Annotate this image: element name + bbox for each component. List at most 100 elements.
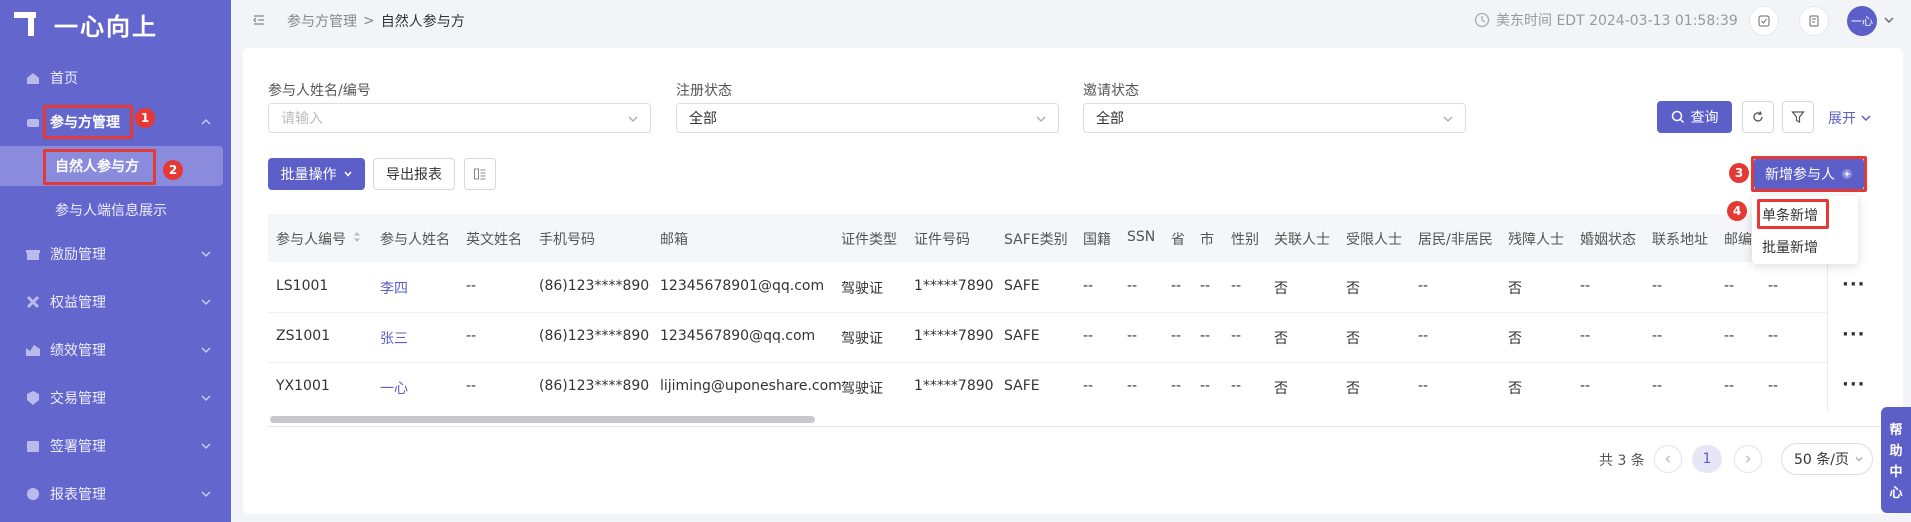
- cell: --: [1768, 278, 1779, 294]
- row-more-button[interactable]: ···: [1842, 274, 1866, 295]
- chevron-left-icon: [1665, 455, 1670, 463]
- column-header: 市: [1200, 232, 1214, 248]
- cell: --: [1652, 378, 1663, 394]
- task-check-icon: [1758, 15, 1770, 27]
- breadcrumb-item[interactable]: 参与方管理: [287, 11, 357, 31]
- annotation-badge-2: 2: [163, 160, 183, 180]
- sidebar-item-trade[interactable]: 交易管理: [0, 378, 231, 418]
- time-label: 美东时间 EDT 2024-03-13 01:58:39: [1496, 13, 1738, 29]
- filter-button[interactable]: [1782, 101, 1814, 133]
- annotation-box-2: [43, 149, 156, 185]
- menu-item-batch-add[interactable]: 批量新增: [1762, 237, 1818, 257]
- home-icon: [24, 69, 42, 87]
- cell-id: LS1001: [276, 278, 329, 294]
- chevron-down-icon: [343, 171, 352, 177]
- reset-button[interactable]: [1742, 101, 1774, 133]
- sidebar-subitem-label: 参与人端信息展示: [55, 203, 167, 219]
- cell: --: [1580, 328, 1591, 344]
- export-report-label: 导出报表: [386, 167, 442, 183]
- timezone-clock: 美东时间 EDT 2024-03-13 01:58:39: [1474, 10, 1738, 30]
- current-page[interactable]: 1: [1692, 445, 1722, 473]
- row-more-button[interactable]: ···: [1842, 374, 1866, 395]
- name-search-input[interactable]: 请输入: [268, 103, 651, 133]
- chevron-down-icon[interactable]: [1883, 14, 1895, 26]
- sidebar-item-equity[interactable]: 权益管理: [0, 282, 231, 322]
- cell: 1*****7890: [914, 278, 994, 294]
- cell: --: [466, 328, 477, 344]
- query-button[interactable]: 查询: [1657, 101, 1732, 133]
- cell-phone: (86)123****890: [539, 278, 650, 294]
- sidebar-item-label: 绩效管理: [50, 343, 106, 359]
- cell: --: [1083, 378, 1094, 394]
- cell-name-link[interactable]: 李四: [380, 278, 408, 298]
- sidebar-item-performance[interactable]: 绩效管理: [0, 330, 231, 370]
- batch-operation-button[interactable]: 批量操作: [268, 158, 365, 190]
- chevron-down-icon: [201, 395, 211, 402]
- sidebar-item-label: 激励管理: [50, 247, 106, 263]
- cell: --: [1200, 328, 1211, 344]
- cell: --: [1127, 328, 1138, 344]
- annotation-box-1: [43, 105, 133, 139]
- cell: 1*****7890: [914, 328, 994, 344]
- registration-status-select[interactable]: 全部: [676, 103, 1059, 133]
- cell-id: ZS1001: [276, 328, 331, 344]
- breadcrumb: 参与方管理 > 自然人参与方: [287, 11, 465, 31]
- sidebar-subitem-info-display[interactable]: 参与人端信息展示: [0, 190, 231, 230]
- row-more-button[interactable]: ···: [1842, 324, 1866, 345]
- prev-page-button[interactable]: [1654, 445, 1682, 473]
- column-header: 残障人士: [1508, 232, 1564, 248]
- column-header: 邮编: [1724, 232, 1752, 248]
- breadcrumb-current: 自然人参与方: [380, 14, 465, 30]
- cell-email: lijiming@uponeshare.com: [660, 378, 842, 394]
- cell: SAFE: [1004, 328, 1040, 344]
- column-header: 邮箱: [660, 232, 688, 248]
- help-center-button[interactable]: 帮 助 中 心: [1881, 407, 1911, 513]
- sidebar-item-label: 报表管理: [50, 487, 106, 503]
- document-button[interactable]: [1799, 6, 1829, 36]
- sidebar-item-label: 交易管理: [50, 391, 106, 407]
- page-size-select[interactable]: 50 条/页: [1781, 443, 1873, 475]
- expand-toggle[interactable]: 展开: [1828, 108, 1872, 128]
- sidebar-item-label: 首页: [50, 71, 78, 87]
- cell: --: [1127, 278, 1138, 294]
- chevron-down-icon: [1861, 115, 1871, 122]
- row-divider: [268, 362, 1892, 363]
- cell: SAFE: [1004, 378, 1040, 394]
- sort-icon[interactable]: [352, 230, 362, 244]
- refresh-icon: [1753, 111, 1763, 122]
- invite-status-select[interactable]: 全部: [1083, 103, 1466, 133]
- annotation-box-4: [1757, 199, 1829, 229]
- avatar[interactable]: 一心: [1847, 6, 1877, 36]
- cell: --: [1231, 328, 1242, 344]
- invite-status-value: 全部: [1096, 111, 1124, 127]
- annotation-box-3: [1751, 156, 1867, 192]
- cell: --: [1171, 278, 1182, 294]
- sign-icon: [24, 437, 42, 455]
- horizontal-scrollbar[interactable]: [270, 416, 815, 423]
- collapse-menu-icon[interactable]: [251, 12, 267, 28]
- next-page-button[interactable]: [1734, 445, 1762, 473]
- sidebar-item-label: 签署管理: [50, 439, 106, 455]
- expand-label: 展开: [1828, 111, 1856, 127]
- cell-name-link[interactable]: 张三: [380, 328, 408, 348]
- column-settings-button[interactable]: [464, 158, 496, 190]
- cell: 驾驶证: [841, 331, 883, 347]
- sidebar-item-home[interactable]: 首页: [0, 58, 231, 98]
- chevron-down-icon: [1443, 116, 1453, 122]
- column-header: 联系地址: [1652, 232, 1708, 248]
- cell: --: [1724, 328, 1735, 344]
- help-char: 帮: [1889, 423, 1903, 438]
- export-report-button[interactable]: 导出报表: [373, 158, 455, 190]
- cell-id: YX1001: [276, 378, 330, 394]
- trade-icon: [24, 389, 42, 407]
- task-button[interactable]: [1749, 6, 1779, 36]
- column-header[interactable]: 参与人编号: [276, 229, 346, 249]
- cell-name-link[interactable]: 一心: [380, 378, 408, 398]
- cell: --: [1768, 328, 1779, 344]
- sidebar-item-report[interactable]: 报表管理: [0, 474, 231, 514]
- sidebar-item-sign[interactable]: 签署管理: [0, 426, 231, 466]
- report-icon: [24, 485, 42, 503]
- cell: --: [1231, 378, 1242, 394]
- column-header: 证件号码: [914, 232, 970, 248]
- sidebar-item-incentive[interactable]: 激励管理: [0, 234, 231, 274]
